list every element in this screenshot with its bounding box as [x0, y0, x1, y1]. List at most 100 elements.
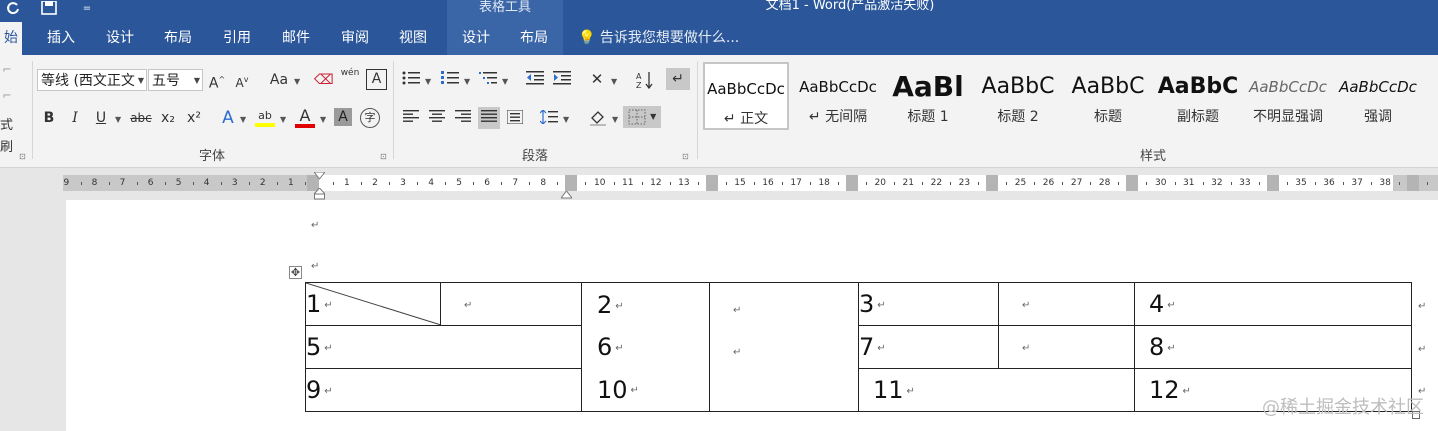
- chevron-down-icon[interactable]: ▼: [425, 77, 431, 86]
- font-size-combo[interactable]: 五号 ▼: [148, 69, 203, 91]
- column-marker[interactable]: [705, 175, 718, 191]
- first-line-indent-marker[interactable]: [312, 169, 327, 180]
- column-marker[interactable]: [845, 175, 858, 191]
- tab-layout[interactable]: 布局: [157, 22, 199, 55]
- distributed-button[interactable]: [505, 107, 525, 129]
- show-formatting-marks-icon[interactable]: ↵: [666, 68, 690, 90]
- save-icon[interactable]: [40, 0, 58, 17]
- font-launcher-icon[interactable]: ⊡: [380, 152, 387, 161]
- style-no-spacing[interactable]: AaBbCcDc ↵ 无间隔: [795, 62, 881, 130]
- tab-design[interactable]: 设计: [99, 22, 141, 55]
- chevron-down-icon[interactable]: ▼: [320, 115, 326, 124]
- clipboard-launcher-icon[interactable]: ⊡: [19, 152, 26, 161]
- chevron-down-icon[interactable]: ▼: [294, 77, 300, 86]
- style-heading-2[interactable]: AaBbC 标题 2: [975, 62, 1061, 130]
- table-cell[interactable]: ↵: [998, 325, 1135, 369]
- table-cell[interactable]: 5 ↵: [305, 325, 582, 369]
- underline-button[interactable]: U: [92, 107, 110, 129]
- paragraph-shading-icon[interactable]: [587, 107, 609, 129]
- style-subtle-emphasis[interactable]: AaBbCcDc 不明显强调: [1245, 62, 1331, 130]
- enclosed-character-button[interactable]: 字: [360, 108, 380, 128]
- tab-table-layout[interactable]: 布局: [505, 22, 563, 55]
- table-cell[interactable]: 8 ↵: [1134, 325, 1412, 369]
- multilevel-list-button[interactable]: [478, 68, 498, 90]
- align-center-button[interactable]: [427, 107, 447, 129]
- borders-button[interactable]: ▼: [623, 106, 661, 128]
- hanging-indent-marker[interactable]: [312, 187, 327, 200]
- table-cell[interactable]: 2 ↵ 6 ↵: [581, 282, 710, 369]
- tell-me-search[interactable]: 💡 告诉我您想要做什么...: [578, 22, 739, 55]
- justify-button[interactable]: [478, 107, 500, 129]
- table-cell[interactable]: 11 ↵: [858, 368, 1135, 412]
- table-cell[interactable]: 10 ↵: [581, 368, 710, 412]
- table-cell[interactable]: ↵: [998, 282, 1135, 326]
- chevron-down-icon[interactable]: ▼: [280, 115, 286, 124]
- highlight-button[interactable]: ab: [254, 105, 276, 127]
- horizontal-ruler[interactable]: 9 8 7 6 5 4 3 2 1 1 2 3 4 5 6 7 8 10 11 12 13 15 16 17 18 20 21 22 2…: [0, 168, 1438, 200]
- sort-icon[interactable]: AZ: [635, 68, 655, 90]
- copy-icon[interactable]: ⌐: [0, 85, 14, 107]
- paragraph-launcher-icon[interactable]: ⊡: [682, 152, 689, 161]
- refresh-icon[interactable]: [4, 1, 22, 17]
- increase-indent-button[interactable]: [552, 68, 572, 90]
- table-cell[interactable]: 4 ↵: [1134, 282, 1412, 326]
- style-heading-1[interactable]: AaBl 标题 1: [885, 62, 971, 130]
- italic-button[interactable]: I: [66, 107, 84, 129]
- superscript-button[interactable]: x²: [184, 107, 204, 129]
- bold-button[interactable]: B: [40, 107, 58, 129]
- format-painter-button[interactable]: 式刷: [0, 115, 22, 155]
- tab-home[interactable]: 始: [0, 22, 22, 55]
- style-subtitle[interactable]: AaBbC 副标题: [1155, 62, 1241, 130]
- table-cell[interactable]: 9 ↵: [305, 368, 582, 412]
- column-marker[interactable]: [1406, 175, 1419, 191]
- chevron-down-icon[interactable]: ▼: [464, 77, 470, 86]
- style-normal[interactable]: AaBbCcDc ↵ 正文: [703, 62, 789, 130]
- text-effects-button[interactable]: A: [218, 107, 238, 129]
- strikethrough-button[interactable]: abc: [128, 107, 154, 129]
- tab-mailings[interactable]: 邮件: [275, 22, 317, 55]
- table-cell[interactable]: ↵: [440, 282, 582, 326]
- tab-insert[interactable]: 插入: [40, 22, 82, 55]
- font-color-button[interactable]: A: [294, 105, 316, 128]
- column-marker[interactable]: [1266, 175, 1279, 191]
- table-cell[interactable]: 7 ↵: [858, 325, 999, 369]
- enclose-characters-button[interactable]: A: [366, 69, 387, 90]
- chevron-down-icon[interactable]: ▼: [611, 77, 617, 86]
- line-spacing-button[interactable]: [539, 107, 559, 129]
- align-right-button[interactable]: [453, 107, 473, 129]
- chevron-down-icon[interactable]: ▼: [612, 115, 618, 124]
- chevron-down-icon[interactable]: ▼: [240, 115, 246, 124]
- tab-table-design[interactable]: 设计: [447, 22, 505, 55]
- clear-formatting-icon[interactable]: ⌫: [314, 69, 334, 91]
- table-cell-diagonal[interactable]: 1 ↵: [305, 282, 441, 326]
- column-marker[interactable]: [1126, 175, 1139, 191]
- tab-review[interactable]: 审阅: [334, 22, 376, 55]
- style-title[interactable]: AaBbC 标题: [1065, 62, 1151, 130]
- chevron-down-icon[interactable]: ▼: [115, 115, 121, 124]
- numbering-button[interactable]: [440, 68, 460, 90]
- table-cell[interactable]: ↵ ↵: [709, 282, 859, 412]
- customize-qat-icon[interactable]: =: [78, 1, 96, 17]
- table-move-handle-icon[interactable]: ✥: [289, 266, 302, 279]
- character-shading-button[interactable]: A: [334, 108, 352, 126]
- tab-references[interactable]: 引用: [216, 22, 258, 55]
- phonetic-guide-button[interactable]: wén: [340, 67, 360, 89]
- shrink-font-button[interactable]: Av: [233, 69, 251, 91]
- right-indent-marker[interactable]: [559, 188, 574, 199]
- style-emphasis[interactable]: AaBbCcDc 强调: [1335, 62, 1421, 130]
- font-name-combo[interactable]: 等线 (西文正文 ▼: [37, 69, 147, 91]
- subscript-button[interactable]: x₂: [158, 107, 178, 129]
- column-marker[interactable]: [986, 175, 999, 191]
- tab-view[interactable]: 视图: [392, 22, 434, 55]
- chevron-down-icon[interactable]: ▼: [563, 115, 569, 124]
- document-table[interactable]: 1 ↵ ↵ 2 ↵ 6 ↵ ↵ ↵ 3 ↵ ↵ 4 ↵ 5 ↵ 7 ↵ ↵ 8 ↵ 9 ↵ 10 ↵…: [305, 282, 1412, 412]
- bullets-button[interactable]: [401, 68, 421, 90]
- change-case-button[interactable]: Aa: [266, 69, 292, 91]
- cut-icon[interactable]: ⌐: [0, 59, 14, 81]
- grow-font-button[interactable]: A^: [208, 69, 226, 92]
- decrease-indent-button[interactable]: [525, 68, 545, 90]
- align-left-button[interactable]: [401, 107, 421, 129]
- chinese-layout-icon[interactable]: ✕: [586, 68, 608, 90]
- table-cell[interactable]: 3 ↵: [858, 282, 999, 326]
- chevron-down-icon[interactable]: ▼: [502, 77, 508, 86]
